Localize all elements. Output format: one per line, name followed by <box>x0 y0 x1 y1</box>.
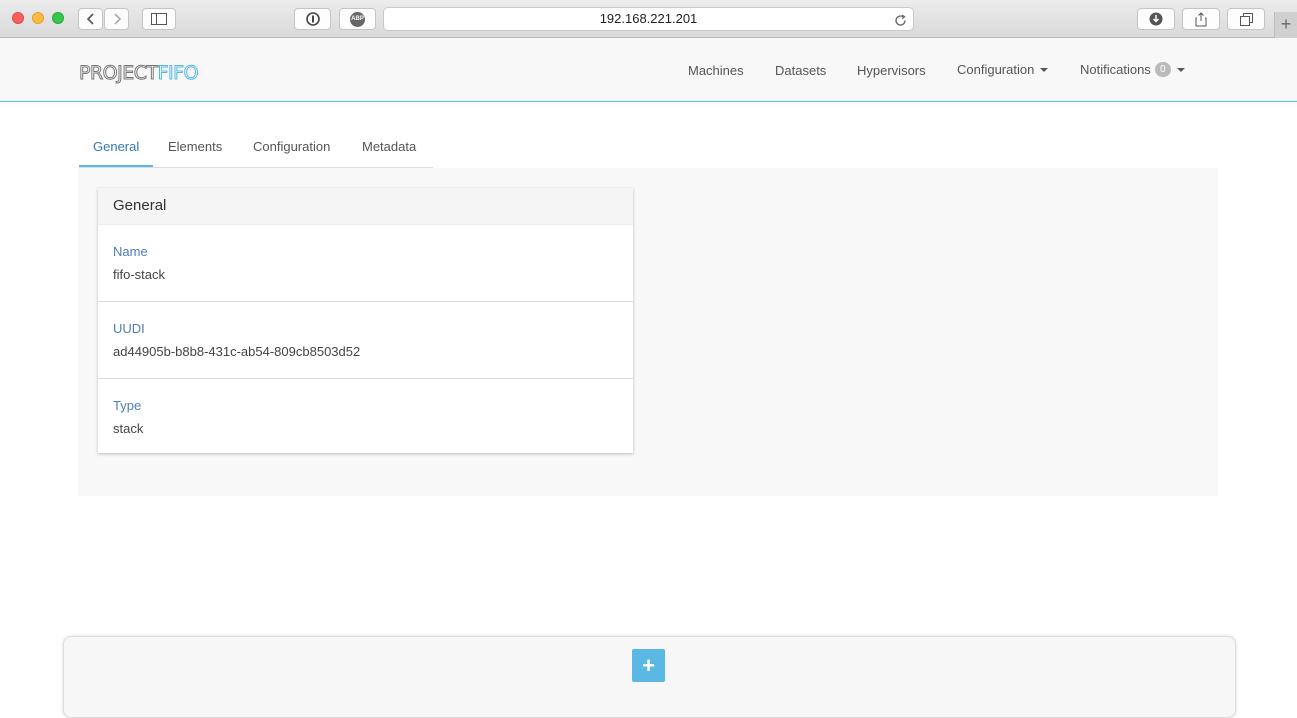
back-button[interactable] <box>78 8 103 30</box>
nav-hypervisors[interactable]: Hypervisors <box>857 63 926 78</box>
url-text: 192.168.221.201 <box>599 11 698 26</box>
tabs-overview-button[interactable] <box>1227 8 1265 30</box>
field-label: Name <box>113 244 148 259</box>
back-icon <box>86 13 94 25</box>
tab-metadata[interactable]: Metadata <box>362 139 416 154</box>
caret-down-icon <box>1176 67 1185 72</box>
nav-datasets[interactable]: Datasets <box>775 63 826 78</box>
add-button[interactable]: + <box>632 649 665 682</box>
nav-configuration-label: Configuration <box>957 62 1035 77</box>
minimize-window-icon[interactable] <box>32 12 44 24</box>
tab-general[interactable]: General <box>93 139 139 154</box>
bottom-panel: + <box>63 636 1236 718</box>
share-button[interactable] <box>1182 8 1220 30</box>
tabs-icon <box>1239 12 1253 26</box>
card-title: General <box>98 188 633 225</box>
sidebar-icon <box>151 13 167 25</box>
field-type: Type stack <box>98 379 633 456</box>
app-navbar: PROJECTFIFO Machines Datasets Hypervisor… <box>0 38 1297 102</box>
tab-content-area: General Name fifo-stack UUDI ad44905b-b8… <box>78 168 1218 496</box>
sidebar-button[interactable] <box>142 8 176 30</box>
field-value: fifo-stack <box>113 267 166 282</box>
project-fifo-logo[interactable]: PROJECTFIFO <box>79 62 200 84</box>
nav-machines[interactable]: Machines <box>688 63 744 78</box>
close-window-icon[interactable] <box>12 12 24 24</box>
download-icon <box>1149 12 1163 26</box>
logo-text-project: PROJECT <box>79 62 159 84</box>
field-value: stack <box>113 421 144 436</box>
field-value: ad44905b-b8b8-431c-ab54-809cb8503d52 <box>113 344 361 359</box>
tab-configuration[interactable]: Configuration <box>253 139 330 154</box>
field-label: UUDI <box>113 321 145 336</box>
password-button[interactable] <box>294 8 331 30</box>
browser-toolbar: ABP 192.168.221.201 + <box>0 0 1297 38</box>
field-label: Type <box>113 398 142 413</box>
notifications-count-badge: 0 <box>1154 62 1171 77</box>
address-bar[interactable]: 192.168.221.201 <box>383 7 914 31</box>
tab-elements[interactable]: Elements <box>168 139 222 154</box>
forward-button[interactable] <box>104 8 129 30</box>
nav-notifications-dropdown[interactable]: Notifications 0 <box>1080 62 1185 77</box>
logo-text-fifo: FIFO <box>157 62 199 84</box>
zoom-window-icon[interactable] <box>52 12 64 24</box>
active-tab-indicator <box>79 165 153 167</box>
new-tab-button[interactable]: + <box>1274 12 1297 38</box>
detail-tabs: General Elements Configuration Metadata <box>79 128 433 168</box>
downloads-button[interactable] <box>1137 8 1175 30</box>
password-icon <box>305 12 320 26</box>
forward-icon <box>113 13 121 25</box>
field-uuid: UUDI ad44905b-b8b8-431c-ab54-809cb8503d5… <box>98 302 633 379</box>
field-name: Name fifo-stack <box>98 225 633 302</box>
caret-down-icon <box>1040 67 1049 72</box>
adblock-button[interactable]: ABP <box>339 8 376 30</box>
general-card: General Name fifo-stack UUDI ad44905b-b8… <box>98 188 633 453</box>
nav-configuration-dropdown[interactable]: Configuration <box>957 62 1049 77</box>
adblock-icon: ABP <box>350 11 365 27</box>
reload-icon[interactable] <box>894 12 907 34</box>
nav-notifications-label: Notifications <box>1080 62 1151 77</box>
share-icon <box>1195 11 1207 26</box>
